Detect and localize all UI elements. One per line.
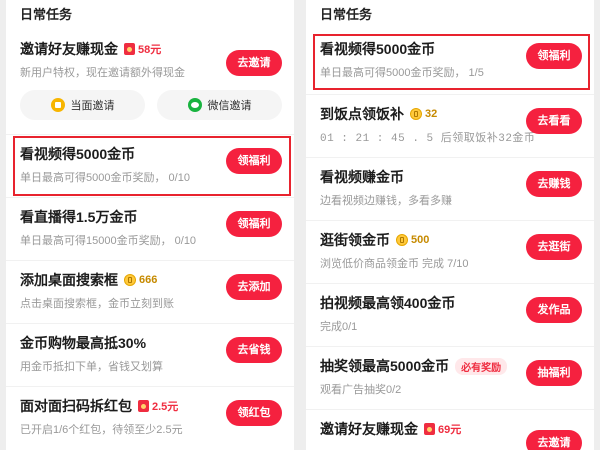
task-post-video[interactable]: 拍视频最高领400金币 完成0/1 发作品 bbox=[306, 284, 594, 347]
reward-badge: 2.5元 bbox=[138, 398, 178, 414]
task-invite-friends[interactable]: 邀请好友赚现金 69元 去邀请 bbox=[306, 410, 594, 450]
task-desc: 单日最高可得5000金币奖励， 0/10 bbox=[20, 172, 190, 184]
section-title: 日常任务 bbox=[20, 7, 73, 22]
task-desc: 单日最高可得5000金币奖励， 1/5 bbox=[320, 67, 484, 79]
invite-options: 当面邀请 微信邀请 bbox=[20, 90, 282, 122]
coin-badge: 666 bbox=[124, 274, 157, 286]
task-title: 邀请好友赚现金 bbox=[20, 41, 118, 57]
task-desc: 新用户特权，现在邀请额外得现金 bbox=[20, 67, 185, 79]
task-desc: 边看视频边赚钱，多看多赚 bbox=[320, 195, 452, 207]
reward-amount: 32 bbox=[425, 108, 438, 120]
post-button[interactable]: 发作品 bbox=[526, 297, 582, 323]
claim-button[interactable]: 领福利 bbox=[226, 211, 282, 237]
invite-button[interactable]: 去邀请 bbox=[526, 430, 582, 450]
wechat-invite-label: 微信邀请 bbox=[207, 100, 252, 112]
claim-button[interactable]: 领福利 bbox=[226, 148, 282, 174]
task-title: 拍视频最高领400金币 bbox=[320, 295, 456, 311]
claim-button[interactable]: 领福利 bbox=[526, 43, 582, 69]
task-coin-shopping[interactable]: 金币购物最高抵30% 用金币抵扣下单，省钱又划算 去省钱 bbox=[6, 324, 294, 387]
task-desc: 观看广告抽奖0/2 bbox=[320, 384, 402, 396]
task-watch-live[interactable]: 看直播得1.5万金币 单日最高可得15000金币奖励， 0/10 领福利 bbox=[6, 198, 294, 261]
left-task-panel: 日常任务 邀请好友赚现金 58元 新用户特权，现在邀请额外得现金 去邀请 当面邀… bbox=[6, 0, 294, 450]
task-title: 看视频得5000金币 bbox=[320, 41, 436, 57]
reward-amount: 69元 bbox=[438, 424, 462, 436]
wechat-icon bbox=[187, 98, 202, 112]
red-packet-icon bbox=[138, 400, 149, 412]
add-button[interactable]: 去添加 bbox=[226, 274, 282, 300]
task-title: 邀请好友赚现金 bbox=[320, 421, 418, 437]
shop-button[interactable]: 去逛街 bbox=[526, 234, 582, 260]
countdown-text: 01 : 21 : 45 . 5 后领取饭补32金币 bbox=[320, 133, 536, 145]
task-lottery[interactable]: 抽奖领最高5000金币 必有奖励 观看广告抽奖0/2 抽福利 bbox=[306, 347, 594, 410]
save-money-button[interactable]: 去省钱 bbox=[226, 337, 282, 363]
right-task-panel: 日常任务 看视频得5000金币 单日最高可得5000金币奖励， 1/5 领福利 … bbox=[306, 0, 594, 450]
task-watch-video[interactable]: 看视频得5000金币 单日最高可得5000金币奖励， 1/5 领福利 bbox=[306, 30, 594, 95]
reward-badge: 58元 bbox=[124, 41, 161, 57]
red-packet-icon bbox=[424, 423, 435, 435]
task-scan-red-packet[interactable]: 面对面扫码拆红包 2.5元 已开启1/6个红包，待领至少2.5元 领红包 bbox=[6, 387, 294, 449]
task-title: 逛街领金币 bbox=[320, 232, 390, 248]
task-title: 面对面扫码拆红包 bbox=[20, 398, 132, 414]
reward-amount: 500 bbox=[411, 234, 430, 246]
face-invite-button[interactable]: 当面邀请 bbox=[20, 90, 145, 120]
task-title: 看视频得5000金币 bbox=[20, 146, 136, 162]
task-desc: 点击桌面搜索框，金币立刻到账 bbox=[20, 298, 174, 310]
wechat-invite-button[interactable]: 微信邀请 bbox=[157, 90, 282, 120]
reward-amount: 666 bbox=[139, 274, 158, 286]
task-desc: 单日最高可得15000金币奖励， 0/10 bbox=[20, 235, 197, 247]
task-title: 金币购物最高抵30% bbox=[20, 335, 147, 351]
task-title: 看直播得1.5万金币 bbox=[20, 209, 138, 225]
task-shopping-coins[interactable]: 逛街领金币 500 浏览低价商品领金币 完成 7/10 去逛街 bbox=[306, 221, 594, 284]
earn-button[interactable]: 去赚钱 bbox=[526, 171, 582, 197]
task-invite-friends[interactable]: 邀请好友赚现金 58元 新用户特权，现在邀请额外得现金 去邀请 当面邀请 微信邀… bbox=[6, 30, 294, 135]
task-title: 抽奖领最高5000金币 bbox=[320, 358, 450, 374]
coin-icon bbox=[124, 274, 136, 286]
coin-icon bbox=[410, 108, 422, 120]
task-earn-coins[interactable]: 看视频赚金币 边看视频边赚钱，多看多赚 去赚钱 bbox=[306, 158, 594, 221]
task-desc: 完成0/1 bbox=[320, 321, 358, 333]
task-desc: 浏览低价商品领金币 完成 7/10 bbox=[320, 258, 469, 270]
face-invite-icon bbox=[50, 98, 65, 112]
red-packet-button[interactable]: 领红包 bbox=[226, 400, 282, 426]
section-title: 日常任务 bbox=[320, 7, 373, 22]
reward-amount: 58元 bbox=[138, 44, 162, 56]
reward-badge: 69元 bbox=[424, 421, 461, 437]
guaranteed-reward-tag: 必有奖励 bbox=[455, 357, 508, 375]
coin-badge: 32 bbox=[410, 108, 437, 120]
coin-icon bbox=[396, 234, 408, 246]
task-title: 添加桌面搜索框 bbox=[20, 272, 118, 288]
task-meal-subsidy[interactable]: 到饭点领饭补 32 01 : 21 : 45 . 5 后领取饭补32金币 去看看 bbox=[306, 95, 594, 158]
view-button[interactable]: 去看看 bbox=[526, 108, 582, 134]
task-title: 看视频赚金币 bbox=[320, 169, 404, 185]
task-desc: 用金币抵扣下单，省钱又划算 bbox=[20, 361, 163, 373]
invite-button[interactable]: 去邀请 bbox=[226, 50, 282, 76]
coin-badge: 500 bbox=[396, 234, 429, 246]
task-watch-video[interactable]: 看视频得5000金币 单日最高可得5000金币奖励， 0/10 领福利 bbox=[6, 135, 294, 198]
task-desc: 已开启1/6个红包，待领至少2.5元 bbox=[20, 424, 183, 436]
reward-amount: 2.5元 bbox=[152, 401, 179, 413]
face-invite-label: 当面邀请 bbox=[70, 100, 115, 112]
task-title: 到饭点领饭补 bbox=[320, 106, 404, 122]
lottery-button[interactable]: 抽福利 bbox=[526, 360, 582, 386]
red-packet-icon bbox=[124, 43, 135, 55]
task-add-search-box[interactable]: 添加桌面搜索框 666 点击桌面搜索框，金币立刻到账 去添加 bbox=[6, 261, 294, 324]
